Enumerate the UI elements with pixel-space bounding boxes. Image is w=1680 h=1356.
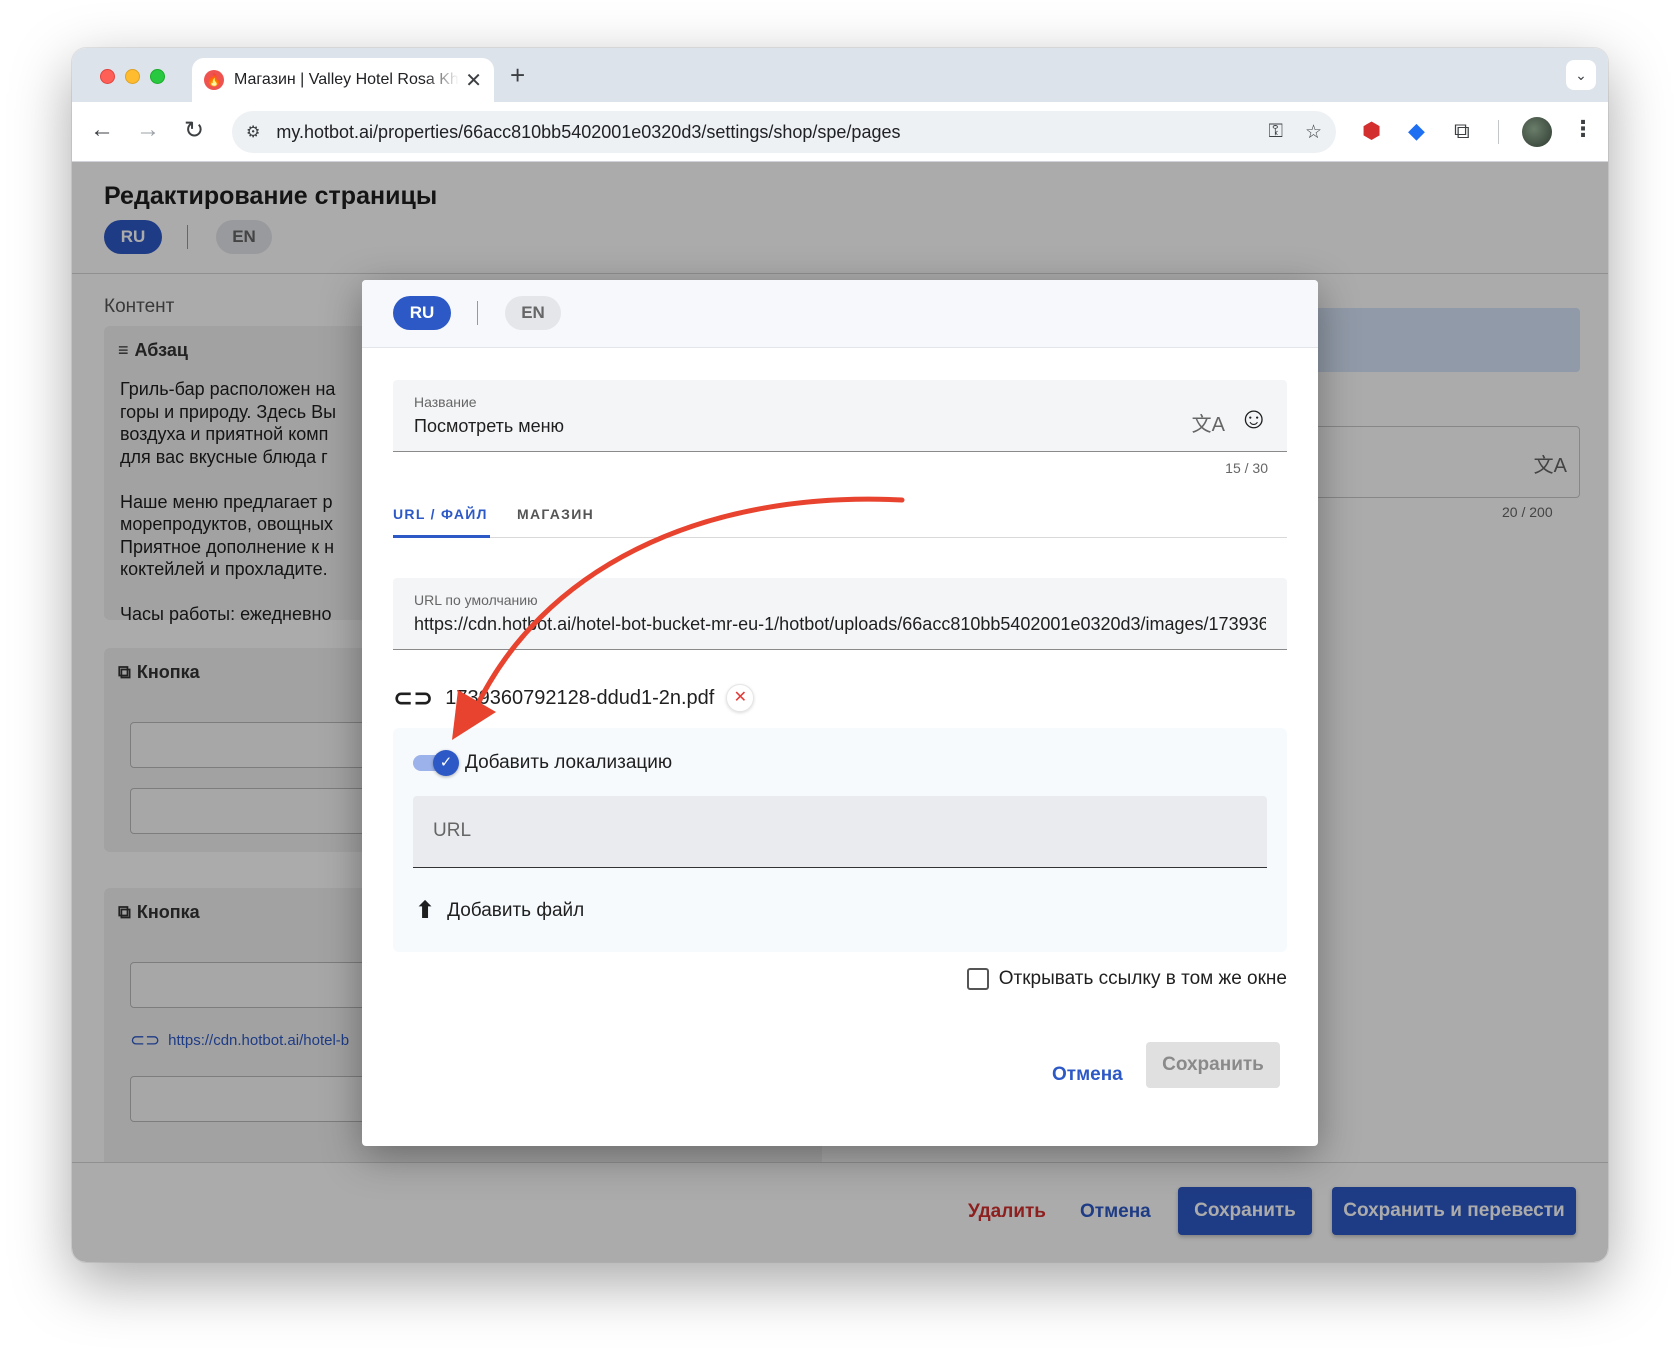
minimize-window-button[interactable] [125, 69, 140, 84]
default-url-value[interactable]: https://cdn.hotbot.ai/hotel-bot-bucket-m… [414, 614, 1266, 635]
tab-title: Магазин | Valley Hotel Rosa Khutor [234, 71, 459, 88]
dialog-header: RU EN [362, 280, 1318, 348]
browser-window: 🔥 Магазин | Valley Hotel Rosa Khutor ✕ +… [72, 48, 1608, 1262]
default-url-field[interactable]: URL по умолчанию https://cdn.hotbot.ai/h… [393, 578, 1287, 650]
remove-file-icon[interactable]: ✕ [726, 684, 755, 712]
open-same-window-label: Открывать ссылку в том же окне [998, 968, 1287, 989]
localization-url-placeholder: URL [433, 820, 472, 841]
password-key-icon[interactable]: ⚿ [1268, 121, 1282, 143]
check-icon: ✓ [433, 750, 459, 776]
localization-toggle-label[interactable]: Добавить локализацию [465, 752, 672, 774]
address-bar[interactable]: ⚙ my.hotbot.ai/properties/66acc810bb5402… [232, 111, 1336, 153]
dialog-lang-ru[interactable]: RU [393, 296, 451, 330]
default-url-label: URL по умолчанию [414, 592, 538, 608]
edit-button-dialog: RU EN Название Посмотреть меню 文A ☺ 15 /… [362, 280, 1318, 1146]
tab-url-file[interactable]: URL / ФАЙЛ [393, 506, 488, 522]
reload-icon[interactable]: ↻ [178, 116, 210, 145]
browser-tab[interactable]: 🔥 Магазин | Valley Hotel Rosa Khutor ✕ [192, 58, 494, 102]
address-url[interactable]: my.hotbot.ai/properties/66acc810bb540200… [276, 122, 1246, 143]
adblock-icon[interactable]: ⬢ [1362, 118, 1381, 144]
puzzle-icon[interactable]: ⧉ [1454, 118, 1470, 144]
emoji-smile-icon[interactable]: ☺ [1238, 402, 1269, 436]
dialog-lang-en[interactable]: EN [505, 296, 561, 330]
dialog-cancel-button[interactable]: Отмена [1052, 1064, 1123, 1086]
avatar[interactable] [1522, 117, 1552, 147]
back-arrow-icon[interactable]: ← [86, 116, 118, 144]
open-same-window-option[interactable]: Открывать ссылку в том же окне [966, 968, 1287, 990]
link-type-tabs: URL / ФАЙЛ МАГАЗИН [393, 498, 1287, 538]
dialog-save-button[interactable]: Сохранить [1146, 1042, 1280, 1088]
name-field-value[interactable]: Посмотреть меню [414, 416, 1154, 437]
site-info-icon[interactable]: ⚙ [246, 122, 260, 142]
browser-toolbar: ← → ↻ ⚙ my.hotbot.ai/properties/66acc810… [72, 102, 1608, 162]
name-field[interactable]: Название Посмотреть меню 文A ☺ [393, 380, 1287, 452]
attachment-clip-icon: ⊂⊃ [393, 684, 434, 712]
toolbar-divider [1498, 120, 1499, 144]
name-field-counter: 15 / 30 [1225, 460, 1268, 476]
attached-file-row: ⊂⊃ 1739360792128-ddud1-2n.pdf ✕ [393, 680, 755, 716]
bookmark-star-icon[interactable]: ☆ [1305, 121, 1322, 144]
tab-strip: 🔥 Магазин | Valley Hotel Rosa Khutor ✕ +… [72, 48, 1608, 102]
tab-close-icon[interactable]: ✕ [465, 68, 482, 93]
tab-search-chevron-icon[interactable]: ⌄ [1566, 60, 1596, 90]
localization-url-input[interactable]: URL [413, 796, 1267, 868]
localization-panel: ✓ Добавить локализацию URL ⬆ Добавить фа… [393, 728, 1287, 952]
hotbot-flame-icon: 🔥 [204, 70, 224, 90]
close-window-button[interactable] [100, 69, 115, 84]
active-tab-indicator [393, 535, 490, 538]
lang-separator [477, 301, 478, 325]
name-field-label: Название [414, 394, 477, 410]
open-same-window-checkbox[interactable] [966, 968, 989, 990]
add-file-button[interactable]: ⬆ Добавить файл [415, 896, 584, 925]
add-file-label: Добавить файл [447, 899, 585, 921]
localization-toggle[interactable]: ✓ [413, 750, 459, 776]
attached-file-name: 1739360792128-ddud1-2n.pdf [445, 686, 715, 709]
more-vert-icon[interactable]: ⋮ [1572, 116, 1594, 142]
privacy-badge-icon[interactable]: ◆ [1408, 118, 1425, 144]
tab-shop[interactable]: МАГАЗИН [517, 506, 594, 522]
upload-arrow-icon: ⬆ [415, 897, 436, 924]
zoom-window-button[interactable] [150, 69, 165, 84]
translate-icon[interactable]: 文A [1192, 408, 1225, 437]
forward-arrow-icon[interactable]: → [132, 116, 164, 144]
new-tab-icon[interactable]: + [510, 60, 525, 91]
